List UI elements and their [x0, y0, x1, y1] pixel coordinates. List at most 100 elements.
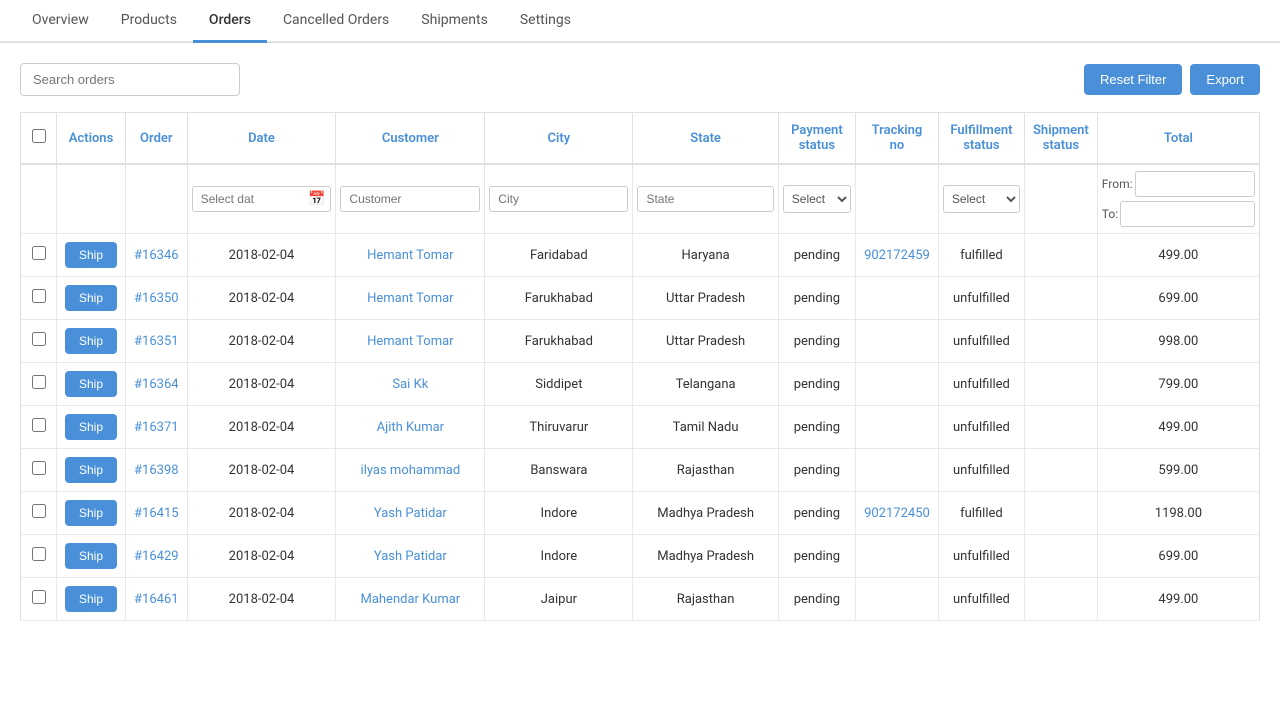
- customer-filter-input[interactable]: [340, 186, 480, 212]
- order-link[interactable]: #16398: [134, 463, 179, 478]
- row-checkbox[interactable]: [32, 547, 46, 561]
- ship-button[interactable]: Ship: [65, 500, 117, 526]
- row-action-cell: Ship: [57, 492, 126, 535]
- row-order-id: #16350: [126, 277, 188, 320]
- customer-link[interactable]: Mahendar Kumar: [360, 592, 460, 607]
- search-input[interactable]: [20, 63, 240, 96]
- row-shipment-status: [1025, 406, 1098, 449]
- order-link[interactable]: #16461: [134, 592, 179, 607]
- order-link[interactable]: #16364: [134, 377, 179, 392]
- row-fulfillment-status: unfulfilled: [938, 277, 1024, 320]
- row-total: 699.00: [1097, 277, 1259, 320]
- ship-button[interactable]: Ship: [65, 414, 117, 440]
- table-row: Ship#164152018-02-04Yash PatidarIndoreMa…: [21, 492, 1260, 535]
- customer-link[interactable]: Ajith Kumar: [377, 420, 444, 435]
- header-actions: Actions: [57, 113, 126, 165]
- tab-overview[interactable]: Overview: [16, 0, 105, 43]
- row-city: Faridabad: [485, 234, 633, 277]
- order-link[interactable]: #16415: [134, 506, 179, 521]
- row-fulfillment-status: unfulfilled: [938, 535, 1024, 578]
- date-filter-wrapper: 📅: [192, 186, 332, 212]
- row-state: Rajasthan: [633, 449, 778, 492]
- row-checkbox[interactable]: [32, 332, 46, 346]
- customer-link[interactable]: Sai Kk: [392, 377, 428, 392]
- row-payment-status: pending: [778, 363, 855, 406]
- row-customer: Sai Kk: [336, 363, 485, 406]
- total-to-input[interactable]: [1120, 201, 1255, 227]
- tracking-link[interactable]: 902172459: [864, 248, 930, 263]
- row-checkbox[interactable]: [32, 289, 46, 303]
- date-filter-input[interactable]: [192, 186, 332, 212]
- customer-link[interactable]: Hemant Tomar: [367, 248, 453, 263]
- header-state: State: [633, 113, 778, 165]
- tab-products[interactable]: Products: [105, 0, 193, 43]
- ship-button[interactable]: Ship: [65, 586, 117, 612]
- row-total: 998.00: [1097, 320, 1259, 363]
- export-button[interactable]: Export: [1190, 64, 1260, 95]
- filter-checkbox-col: [21, 164, 57, 234]
- row-tracking: 902172450: [856, 492, 939, 535]
- row-checkbox[interactable]: [32, 590, 46, 604]
- customer-link[interactable]: Yash Patidar: [374, 506, 447, 521]
- row-action-cell: Ship: [57, 320, 126, 363]
- table-row: Ship#163512018-02-04Hemant TomarFarukhab…: [21, 320, 1260, 363]
- row-date: 2018-02-04: [187, 320, 336, 363]
- row-order-id: #16429: [126, 535, 188, 578]
- total-to-label: To:: [1102, 207, 1118, 221]
- customer-link[interactable]: ilyas mohammad: [361, 463, 461, 478]
- reset-filter-button[interactable]: Reset Filter: [1084, 64, 1182, 95]
- state-filter-input[interactable]: [637, 186, 773, 212]
- row-customer: Mahendar Kumar: [336, 578, 485, 621]
- row-date: 2018-02-04: [187, 234, 336, 277]
- total-from-label: From:: [1102, 177, 1133, 191]
- row-checkbox-cell: [21, 234, 57, 277]
- ship-button[interactable]: Ship: [65, 328, 117, 354]
- row-customer: Yash Patidar: [336, 535, 485, 578]
- row-date: 2018-02-04: [187, 449, 336, 492]
- payment-filter-select[interactable]: Select pending paid: [783, 185, 851, 213]
- customer-link[interactable]: Hemant Tomar: [367, 291, 453, 306]
- row-tracking: [856, 449, 939, 492]
- row-state: Rajasthan: [633, 578, 778, 621]
- row-action-cell: Ship: [57, 406, 126, 449]
- tab-cancelled-orders[interactable]: Cancelled Orders: [267, 0, 405, 43]
- row-date: 2018-02-04: [187, 535, 336, 578]
- orders-table-body: Ship #16346 2018-02-04 Hemant Tomar Faridaba…: [21, 234, 1260, 621]
- fulfillment-filter-select[interactable]: Select fulfilled unfulfilled: [943, 185, 1020, 213]
- row-action-cell: Ship: [57, 363, 126, 406]
- row-date: 2018-02-04: [187, 277, 336, 320]
- ship-button[interactable]: Ship: [65, 285, 117, 311]
- row-tracking: [856, 277, 939, 320]
- order-link[interactable]: #16346: [134, 248, 179, 263]
- filter-state-col: [633, 164, 778, 234]
- tab-shipments[interactable]: Shipments: [405, 0, 504, 43]
- row-checkbox[interactable]: [32, 375, 46, 389]
- order-link[interactable]: #16371: [134, 420, 179, 435]
- tab-settings[interactable]: Settings: [504, 0, 587, 43]
- ship-button[interactable]: Ship: [65, 242, 117, 268]
- tab-orders[interactable]: Orders: [193, 0, 267, 43]
- customer-link[interactable]: Yash Patidar: [374, 549, 447, 564]
- row-checkbox[interactable]: [32, 418, 46, 432]
- customer-link[interactable]: Hemant Tomar: [367, 334, 453, 349]
- city-filter-input[interactable]: [489, 186, 628, 212]
- order-link[interactable]: #16350: [134, 291, 179, 306]
- tracking-link[interactable]: 902172450: [864, 506, 930, 521]
- row-payment-status: pending: [778, 234, 855, 277]
- row-fulfillment-status: unfulfilled: [938, 578, 1024, 621]
- row-checkbox[interactable]: [32, 461, 46, 475]
- select-all-checkbox[interactable]: [32, 129, 46, 143]
- row-fulfillment-status: fulfilled: [938, 234, 1024, 277]
- ship-button[interactable]: Ship: [65, 543, 117, 569]
- row-checkbox[interactable]: [32, 504, 46, 518]
- row-action-cell: Ship: [57, 277, 126, 320]
- total-from-input[interactable]: [1135, 171, 1256, 197]
- table-row: Ship#163502018-02-04Hemant TomarFarukhab…: [21, 277, 1260, 320]
- row-checkbox[interactable]: [32, 246, 46, 260]
- ship-button[interactable]: Ship: [65, 371, 117, 397]
- order-link[interactable]: #16351: [134, 334, 179, 349]
- table-row: Ship#163642018-02-04Sai KkSiddipetTelang…: [21, 363, 1260, 406]
- row-action-cell: Ship: [57, 578, 126, 621]
- ship-button[interactable]: Ship: [65, 457, 117, 483]
- order-link[interactable]: #16429: [134, 549, 179, 564]
